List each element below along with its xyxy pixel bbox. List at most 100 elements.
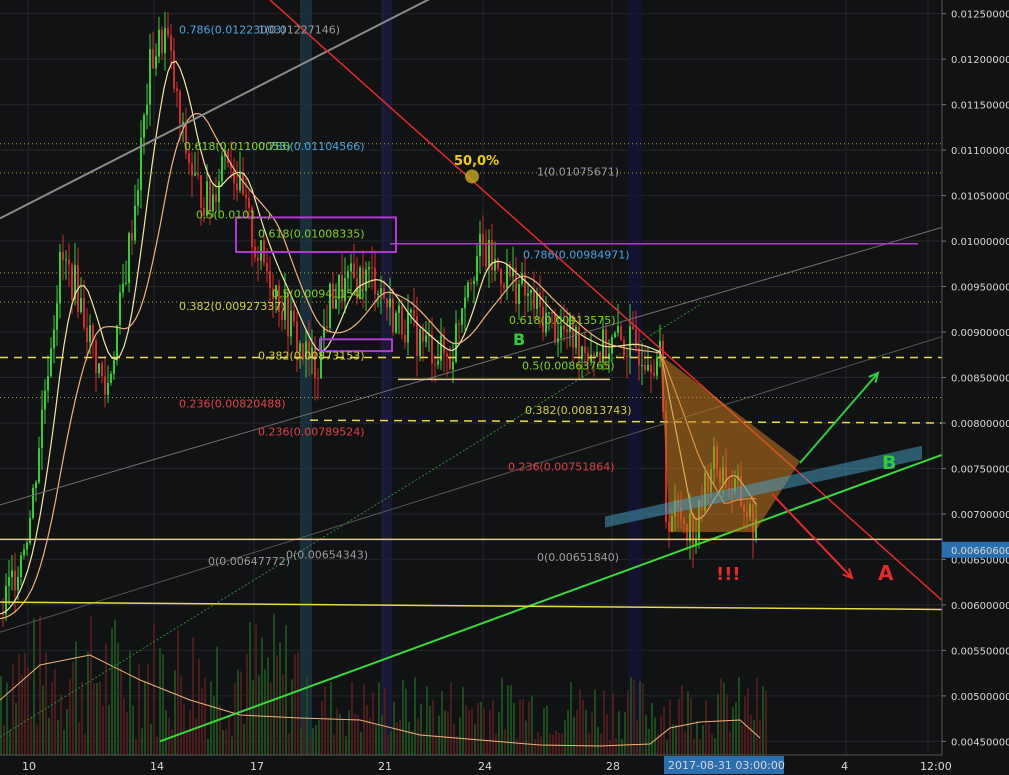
volume-bar bbox=[519, 699, 521, 755]
volume-bar bbox=[684, 731, 686, 755]
volume-bar bbox=[135, 739, 137, 755]
candle-body bbox=[158, 29, 160, 57]
candle-body bbox=[188, 153, 190, 164]
candle-body bbox=[134, 205, 136, 241]
volume-bar bbox=[648, 728, 650, 755]
volume-bar bbox=[126, 712, 128, 755]
volume-bar bbox=[606, 714, 608, 755]
volume-bar bbox=[450, 682, 452, 755]
candle-body bbox=[620, 326, 622, 340]
volume-bar bbox=[726, 694, 728, 755]
candle-body bbox=[431, 334, 433, 364]
volume-bar bbox=[699, 739, 701, 755]
volume-bar bbox=[63, 729, 65, 755]
candle-body bbox=[368, 267, 370, 270]
volume-bar bbox=[720, 678, 722, 755]
volume-bar bbox=[51, 682, 53, 755]
candle-body bbox=[470, 282, 472, 284]
volume-bar bbox=[24, 652, 26, 755]
volume-bar bbox=[747, 688, 749, 755]
volume-bar bbox=[330, 681, 332, 755]
price-axis-bg bbox=[942, 0, 1009, 775]
volume-bar bbox=[567, 710, 569, 755]
volume-bar bbox=[15, 703, 17, 755]
candle-body bbox=[371, 267, 373, 269]
volume-bar bbox=[297, 652, 299, 755]
candle-body bbox=[176, 88, 178, 92]
candle-body bbox=[95, 341, 97, 374]
volume-bar bbox=[306, 677, 308, 755]
candle-body bbox=[80, 298, 82, 312]
candle-body bbox=[47, 376, 49, 391]
candle-body bbox=[125, 282, 127, 284]
volume-bar bbox=[249, 622, 251, 755]
candle-body bbox=[191, 163, 193, 176]
volume-bar bbox=[765, 690, 767, 755]
volume-bar bbox=[255, 624, 257, 755]
volume-bar bbox=[555, 730, 557, 755]
volume-bar bbox=[420, 703, 422, 755]
volume-bar bbox=[396, 722, 398, 755]
candle-body bbox=[23, 549, 25, 556]
volume-bar bbox=[219, 705, 221, 755]
candle-body bbox=[419, 329, 421, 356]
volume-bar bbox=[522, 699, 524, 755]
price-tick-label: 0.01250000 bbox=[951, 10, 1009, 21]
volume-bar bbox=[762, 686, 764, 755]
volume-bar bbox=[402, 680, 404, 755]
volume-bar bbox=[516, 738, 518, 755]
fifty-percent-marker bbox=[465, 169, 479, 184]
volume-bar bbox=[9, 729, 11, 755]
volume-bar bbox=[483, 708, 485, 755]
volume-bar bbox=[288, 733, 290, 755]
volume-bar bbox=[282, 674, 284, 755]
volume-bar bbox=[426, 686, 428, 755]
volume-bar bbox=[84, 733, 86, 755]
volume-bar bbox=[309, 737, 311, 755]
price-tick-label: 0.01050000 bbox=[951, 192, 1009, 203]
volume-bar bbox=[576, 709, 578, 755]
candle-body bbox=[293, 310, 295, 322]
volume-bar bbox=[186, 731, 188, 755]
volume-bar bbox=[597, 726, 599, 755]
volume-bar bbox=[54, 668, 56, 755]
volume-bar bbox=[66, 708, 68, 755]
candle-body bbox=[110, 373, 112, 383]
candle-body bbox=[86, 327, 88, 343]
volume-bar bbox=[339, 713, 341, 755]
candle-body bbox=[596, 351, 598, 358]
volume-bar bbox=[510, 684, 512, 755]
candle-body bbox=[14, 570, 16, 591]
volume-bar bbox=[240, 671, 242, 755]
volume-bar bbox=[138, 663, 140, 755]
volume-bar bbox=[714, 738, 716, 755]
volume-bar bbox=[81, 681, 83, 755]
candle-body bbox=[575, 326, 577, 348]
candle-body bbox=[446, 353, 448, 357]
candle-body bbox=[11, 570, 13, 578]
volume-bar bbox=[579, 689, 581, 755]
candle-body bbox=[65, 259, 67, 261]
candle-body bbox=[641, 365, 643, 367]
price-tick-label: 0.00950000 bbox=[951, 283, 1009, 294]
candle-body bbox=[164, 27, 166, 54]
fib-label-16: 0.236(0.00751864) bbox=[508, 460, 615, 473]
price-tick-label: 0.00900000 bbox=[951, 328, 1009, 339]
volume-bar bbox=[399, 719, 401, 755]
price-tick-label: 0.00600000 bbox=[951, 601, 1009, 612]
price-chart[interactable]: 0.786(0.01223003)1(0.01227146)0.786(0.01… bbox=[0, 0, 1009, 775]
fib-label-9: 0.5(0.00941154) bbox=[272, 287, 365, 300]
volume-bar bbox=[333, 734, 335, 755]
time-band-2 bbox=[628, 0, 642, 755]
volume-bar bbox=[582, 700, 584, 755]
candle-body bbox=[491, 240, 493, 271]
volume-bar bbox=[183, 703, 185, 755]
volume-bar bbox=[414, 677, 416, 755]
volume-bar bbox=[192, 637, 194, 755]
volume-bar bbox=[21, 675, 23, 755]
candle-body bbox=[536, 293, 538, 309]
candle-body bbox=[650, 364, 652, 373]
volume-bar bbox=[717, 694, 719, 755]
fib-label-17: 0(0.00654343) bbox=[286, 549, 368, 562]
time-band-1 bbox=[381, 0, 392, 755]
